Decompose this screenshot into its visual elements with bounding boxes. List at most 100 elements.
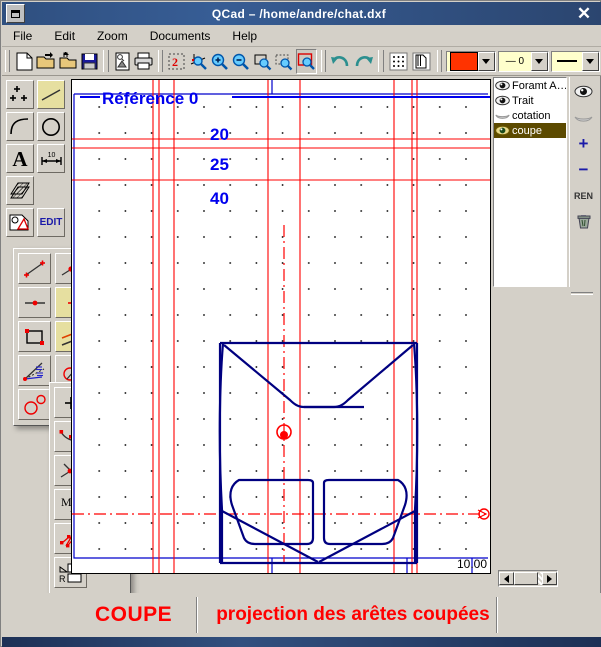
layer-buttons: + − REN [569,77,597,287]
window-title: QCad – /home/andre/chat.dxf [25,7,573,21]
points-icon[interactable] [6,80,34,109]
main-toolbar: 2 [2,47,601,76]
window-bottom-bar [2,637,601,647]
eye-open-icon-3[interactable] [495,125,510,137]
menu-file[interactable]: File [2,27,43,45]
panel-divider [571,292,593,295]
line-tangent2-icon[interactable] [18,389,51,420]
line-two-points-icon[interactable] [18,253,51,284]
qcad-window: QCad – /home/andre/chat.dxf ✕ File Edit … [0,0,601,647]
eye-open-icon[interactable] [495,80,510,92]
horizontal-scrollbar[interactable] [498,570,558,587]
select-icon[interactable] [6,208,34,237]
label-25: 25 [210,155,229,174]
label-40: 40 [210,189,229,208]
zoom-pan-icon[interactable] [274,50,293,73]
dimension-readout: 10.00 [457,557,487,571]
layer-label-4: coupe [512,125,542,137]
caption-separator-2 [496,597,498,633]
circle-icon[interactable] [37,112,65,141]
floppy-save-icon[interactable] [80,50,99,73]
scroll-left-icon[interactable] [499,572,514,585]
eye-open-icon-2[interactable] [495,95,510,107]
title-bar: QCad – /home/andre/chat.dxf ✕ [2,2,601,25]
layer-label: Foramt A… [512,80,567,92]
edit-button[interactable]: EDIT [37,208,65,237]
restore-icon[interactable] [6,4,25,23]
caption-sub: projection des arêtes coupées [198,604,490,626]
new-file-icon[interactable] [14,50,33,73]
menu-zoom[interactable]: Zoom [86,27,139,45]
eye-closed-icon[interactable] [495,110,510,122]
open-folder-icon[interactable] [36,50,56,73]
label-20: 20 [210,125,229,144]
rename-label[interactable]: REN [572,184,596,207]
undo-arrow-icon[interactable] [330,50,351,73]
linetype-combo[interactable] [551,51,600,72]
label-reference: Référence 0 [102,89,198,108]
drawing-svg: Référence 0 20 25 40 [72,80,490,573]
svg-text:2: 2 [172,55,178,69]
eye-hide-icon[interactable] [572,106,596,129]
line-horizontal-icon[interactable] [18,287,51,318]
layer-panel: Foramt A… Trait cotation coupe [493,77,598,569]
edit-label: EDIT [40,217,63,228]
caption-main: COUPE [2,603,196,627]
redraw-icon[interactable]: 2 [167,50,186,73]
close-icon[interactable]: ✕ [573,5,595,22]
minus-icon[interactable]: − [572,158,596,181]
drawing-canvas[interactable]: Référence 0 20 25 40 10.00 [71,79,491,574]
layers-stack-icon[interactable] [411,49,432,74]
toolbar-grip-4[interactable] [321,50,326,72]
printer-icon[interactable] [134,50,153,73]
rectangle-icon[interactable] [18,321,51,352]
line-bisector-icon[interactable] [18,355,51,386]
zoom-out-icon[interactable] [231,50,250,73]
toolbar-grip-6[interactable] [437,50,442,72]
toolbar-grip-5[interactable] [378,50,383,72]
zoom-window-icon[interactable] [253,50,272,73]
layer-item-coupe[interactable]: coupe [494,123,566,138]
save-as-folder-icon[interactable] [58,50,78,73]
caption-bar: COUPE projection des arêtes coupées [2,593,601,637]
layer-item-format[interactable]: Foramt A… [494,78,566,93]
blank-slot [37,176,65,205]
layer-item-trait[interactable]: Trait [494,93,566,108]
toolbar-grip[interactable] [5,50,10,72]
grid-dots-icon[interactable] [388,49,409,74]
layer-label-2: Trait [512,95,534,107]
dimension-icon[interactable]: 10 [37,144,65,173]
zoom-previous-icon[interactable] [296,49,317,74]
redo-arrow-icon[interactable] [353,50,374,73]
plus-icon[interactable]: + [572,132,596,155]
print-preview-icon[interactable] [113,50,132,73]
trash-icon[interactable] [572,210,596,233]
chevron-down-icon-3[interactable] [582,52,599,71]
layer-label-3: cotation [512,110,551,122]
linewidth-value: — 0 [499,56,531,67]
layer-list[interactable]: Foramt A… Trait cotation coupe [493,77,567,287]
menu-documents[interactable]: Documents [139,27,222,45]
zoom-in-icon[interactable] [210,50,229,73]
toolbar-grip-2[interactable] [103,50,108,72]
linetype-value [552,53,582,70]
toolbar-grip-3[interactable] [158,50,163,72]
linewidth-combo[interactable]: — 0 [498,51,549,72]
chevron-down-icon[interactable] [478,52,495,71]
line-icon[interactable] [37,80,65,109]
scrollbar-thumb[interactable] [514,572,538,585]
hatch-icon[interactable] [6,176,34,205]
arc-icon[interactable] [6,112,34,141]
chevron-down-icon-2[interactable] [531,52,548,71]
scroll-right-icon[interactable] [542,572,557,585]
menu-bar: File Edit Zoom Documents Help [2,25,601,47]
color-combo[interactable] [446,51,496,72]
eye-show-icon[interactable] [572,80,596,103]
svg-text:A: A [12,148,28,169]
layer-item-cotation[interactable]: cotation [494,108,566,123]
zoom-auto-icon[interactable] [188,50,207,73]
text-icon[interactable]: A [6,144,34,173]
svg-text:M: M [61,495,72,509]
menu-help[interactable]: Help [221,27,268,45]
menu-edit[interactable]: Edit [43,27,86,45]
